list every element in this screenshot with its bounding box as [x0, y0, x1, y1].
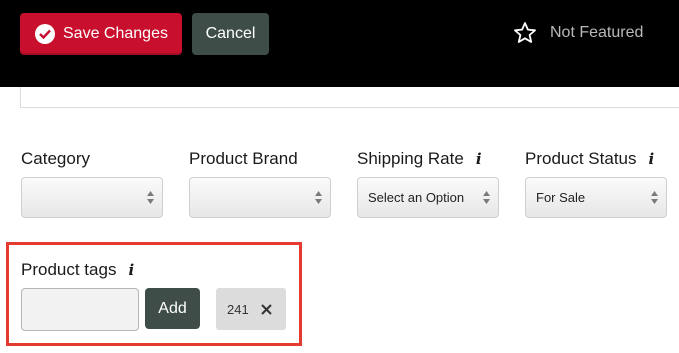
- info-icon[interactable]: i: [128, 261, 134, 279]
- featured-label: Not Featured: [550, 24, 644, 41]
- check-circle-icon: [35, 24, 55, 44]
- panel-border: [20, 87, 679, 108]
- brand-select[interactable]: [189, 177, 331, 218]
- save-changes-button[interactable]: Save Changes: [20, 13, 182, 55]
- status-field: Product Status i For Sale: [525, 148, 668, 218]
- add-tag-label: Add: [158, 299, 187, 317]
- select-arrows-icon: [483, 191, 490, 207]
- cancel-button[interactable]: Cancel: [192, 13, 269, 55]
- save-changes-label: Save Changes: [63, 25, 168, 42]
- add-tag-button[interactable]: Add: [145, 288, 200, 329]
- category-field: Category: [21, 148, 164, 218]
- shipping-field: Shipping Rate i Select an Option: [357, 148, 500, 218]
- tags-label: Product tags: [21, 260, 117, 279]
- category-select[interactable]: [21, 177, 163, 218]
- brand-field: Product Brand: [189, 148, 332, 218]
- shipping-value: Select an Option: [368, 190, 465, 205]
- shipping-select[interactable]: Select an Option: [357, 177, 499, 218]
- info-icon[interactable]: i: [649, 150, 655, 168]
- tags-label-row: Product tags i: [21, 259, 134, 281]
- info-icon[interactable]: i: [476, 150, 482, 168]
- top-toolbar: Save Changes Cancel Not Featured: [0, 0, 679, 87]
- remove-tag-icon[interactable]: [260, 303, 272, 315]
- status-select[interactable]: For Sale: [525, 177, 667, 218]
- tag-input[interactable]: [21, 288, 139, 331]
- featured-toggle[interactable]: Not Featured: [513, 18, 643, 48]
- cancel-label: Cancel: [205, 25, 256, 42]
- status-value: For Sale: [536, 190, 586, 205]
- tag-chip-label: 241: [227, 301, 249, 317]
- category-label: Category: [21, 149, 90, 168]
- select-arrows-icon: [147, 191, 154, 207]
- brand-label: Product Brand: [189, 149, 298, 168]
- star-icon: [513, 21, 537, 45]
- select-arrows-icon: [651, 191, 658, 207]
- tag-chip: 241: [216, 288, 286, 330]
- select-arrows-icon: [315, 191, 322, 207]
- shipping-label: Shipping Rate: [357, 149, 464, 168]
- status-label: Product Status: [525, 149, 637, 168]
